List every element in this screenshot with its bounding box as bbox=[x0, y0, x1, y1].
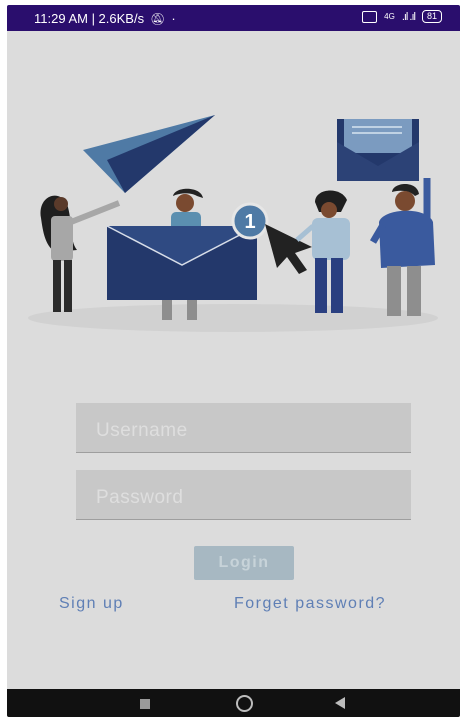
ground-shadow bbox=[28, 304, 438, 332]
form-title bbox=[7, 360, 460, 378]
volte-icon bbox=[362, 10, 378, 23]
battery-icon: 81 bbox=[421, 10, 442, 23]
phone-screen: 11:29 AM | 2.6KB/s 🔕︎ · 4G .ıl .ıl 81 1 … bbox=[7, 5, 460, 717]
paper-plane-icon bbox=[83, 115, 215, 193]
username-input[interactable] bbox=[76, 403, 411, 452]
back-icon[interactable] bbox=[335, 697, 345, 709]
recents-icon[interactable] bbox=[140, 699, 150, 709]
navigation-bar bbox=[7, 689, 460, 717]
people-email-illustration: 1 bbox=[28, 115, 438, 332]
status-right: 4G .ıl .ıl 81 bbox=[362, 10, 442, 23]
notification-badge: 1 bbox=[231, 202, 269, 240]
mute-icon: 🔕︎ bbox=[150, 11, 166, 26]
man-envelope-figure bbox=[106, 188, 258, 320]
password-input[interactable] bbox=[76, 470, 411, 519]
woman-right-figure bbox=[295, 190, 350, 313]
sign-up-link[interactable]: Sign up bbox=[59, 595, 124, 613]
status-time-speed: 11:29 AM | 2.6KB/s bbox=[34, 11, 145, 26]
network-label: 4G bbox=[384, 12, 395, 21]
battery-level: 81 bbox=[426, 11, 437, 21]
status-bar: 11:29 AM | 2.6KB/s 🔕︎ · 4G .ıl .ıl 81 bbox=[7, 5, 460, 31]
man-right-figure bbox=[369, 178, 435, 316]
signal-icon: .ıl .ıl bbox=[401, 10, 416, 23]
dot-icon: · bbox=[171, 11, 176, 26]
badge-count: 1 bbox=[244, 211, 255, 233]
username-field[interactable] bbox=[76, 403, 411, 453]
password-field[interactable] bbox=[76, 470, 411, 520]
home-icon[interactable] bbox=[236, 695, 253, 712]
login-button[interactable]: Login bbox=[194, 546, 294, 580]
status-left: 11:29 AM | 2.6KB/s 🔕︎ · bbox=[34, 11, 176, 26]
envelope-icon bbox=[337, 119, 419, 181]
forget-password-link[interactable]: Forget password? bbox=[234, 595, 386, 613]
